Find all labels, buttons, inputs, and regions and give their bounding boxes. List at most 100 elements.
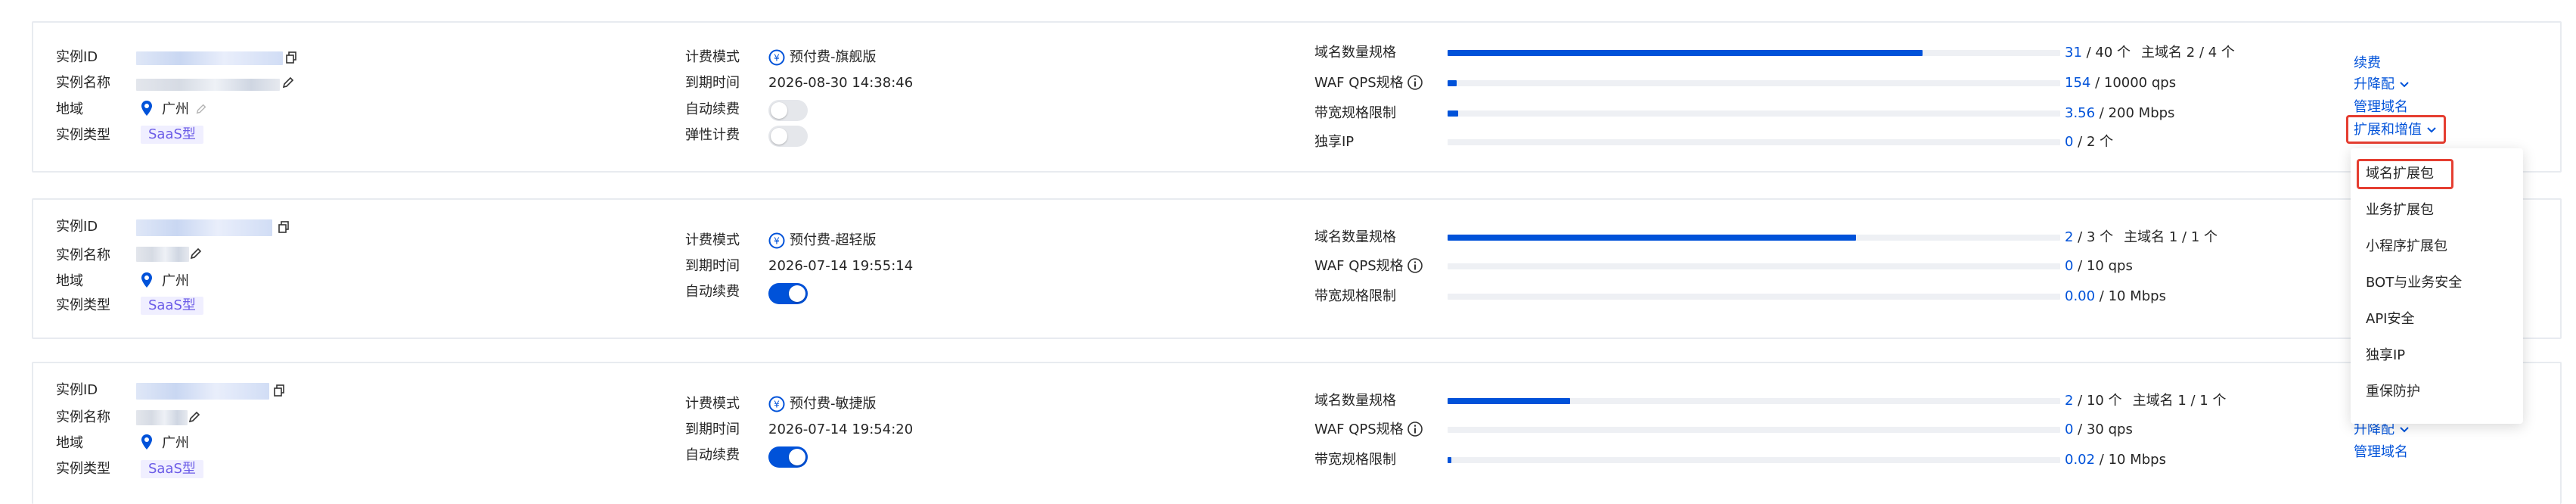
- billing-mode-value: 预付费-旗舰版: [790, 49, 877, 65]
- domain-total: / 10 个: [2073, 393, 2122, 409]
- instance-name-value-redacted: [136, 247, 189, 262]
- waf-qps-label: WAF QPS规格: [1314, 258, 1404, 274]
- info-icon[interactable]: [1407, 421, 1423, 440]
- instance-id-label: 实例ID: [56, 219, 98, 235]
- dedicated-ip-label: 独享IP: [1314, 134, 1355, 150]
- domain-quota-text: 2 / 10 个主域名 1 / 1 个: [2065, 392, 2226, 410]
- bandwidth-bar: [1448, 457, 2060, 463]
- instance-id-value-redacted: [136, 51, 283, 65]
- bw-used-link[interactable]: 0.00: [2065, 288, 2095, 304]
- copy-icon[interactable]: [278, 221, 289, 236]
- domain-used-link[interactable]: 31: [2065, 45, 2082, 61]
- manage-domain-link[interactable]: 管理域名: [2354, 98, 2408, 117]
- instance-name-label: 实例名称: [56, 409, 110, 425]
- instance-type-tag: SaaS型: [141, 460, 203, 478]
- domain-used-link[interactable]: 2: [2065, 229, 2073, 245]
- instance-id-label: 实例ID: [56, 382, 98, 398]
- qps-total: / 10000 qps: [2090, 75, 2177, 91]
- edit-pencil-icon[interactable]: [188, 410, 201, 427]
- dedicated-ip-bar: [1448, 139, 2060, 145]
- qps-total: / 30 qps: [2073, 422, 2133, 437]
- elastic-billing-toggle[interactable]: [768, 126, 808, 147]
- bandwidth-fill: [1448, 457, 1451, 463]
- waf-qps-text: 0 / 10 qps: [2065, 257, 2133, 275]
- waf-qps-text: 0 / 30 qps: [2065, 421, 2133, 439]
- expand-value-added-dropdown: 域名扩展包 业务扩展包 小程序扩展包 BOT与业务安全 API安全 独享IP 重…: [2351, 148, 2523, 424]
- bandwidth-label: 带宽规格限制: [1314, 288, 1396, 304]
- waf-qps-bar: [1448, 427, 2060, 433]
- domain-quota-fill: [1448, 398, 1570, 404]
- info-icon[interactable]: [1407, 257, 1423, 277]
- expire-time-value: 2026-07-14 19:55:14: [768, 258, 914, 274]
- qps-total: / 10 qps: [2073, 258, 2133, 274]
- billing-mode-value: 预付费-敏捷版: [790, 396, 877, 412]
- prepaid-icon: ¥: [768, 49, 785, 69]
- copy-icon[interactable]: [286, 51, 296, 67]
- bw-used-link[interactable]: 0.02: [2065, 452, 2095, 468]
- svg-text:¥: ¥: [774, 400, 780, 410]
- menu-item-guard-protection[interactable]: 重保防护: [2366, 383, 2420, 401]
- edit-pencil-icon[interactable]: [189, 247, 203, 263]
- region-value: 广州: [162, 273, 189, 289]
- domain-quota-label: 域名数量规格: [1314, 45, 1396, 61]
- bandwidth-text: 0.02 / 10 Mbps: [2065, 451, 2166, 469]
- instance-card: [32, 198, 2562, 339]
- instance-id-label: 实例ID: [56, 49, 98, 65]
- qps-used-link[interactable]: 154: [2065, 75, 2090, 91]
- qps-used-link[interactable]: 0: [2065, 422, 2073, 437]
- svg-text:¥: ¥: [774, 53, 780, 64]
- instance-type-tag: SaaS型: [141, 297, 203, 315]
- copy-icon[interactable]: [274, 384, 284, 400]
- menu-item-bot-security[interactable]: BOT与业务安全: [2366, 274, 2462, 292]
- region-label: 地域: [56, 435, 83, 451]
- menu-item-api-security[interactable]: API安全: [2366, 310, 2414, 328]
- auto-renew-toggle[interactable]: [768, 446, 808, 468]
- bandwidth-fill: [1448, 110, 1459, 117]
- instance-type-label: 实例类型: [56, 297, 110, 313]
- domain-total: / 40 个: [2081, 45, 2131, 61]
- ip-used-link[interactable]: 0: [2065, 134, 2073, 150]
- ip-total: / 2 个: [2073, 134, 2114, 150]
- waf-qps-fill: [1448, 80, 1457, 86]
- region-label: 地域: [56, 101, 83, 117]
- edit-pencil-icon[interactable]: [281, 76, 295, 92]
- main-domain-quota: 主域名 1 / 1 个: [2124, 229, 2218, 245]
- instance-name-label: 实例名称: [56, 75, 110, 91]
- bw-used-link[interactable]: 3.56: [2065, 105, 2095, 121]
- auto-renew-label: 自动续费: [685, 284, 740, 300]
- instance-id-value-redacted: [136, 219, 272, 236]
- renew-link[interactable]: 续费: [2354, 54, 2381, 73]
- info-icon[interactable]: [1407, 74, 1423, 94]
- expand-label: 扩展和增值: [2354, 122, 2422, 138]
- waf-qps-bar: [1448, 263, 2060, 269]
- domain-used-link[interactable]: 2: [2065, 393, 2073, 409]
- domain-quota-text: 31 / 40 个主域名 2 / 4 个: [2065, 44, 2235, 62]
- menu-item-dedicated-ip[interactable]: 独享IP: [2366, 347, 2405, 365]
- location-pin-icon: [141, 434, 153, 453]
- billing-mode-label: 计费模式: [685, 232, 740, 248]
- auto-renew-toggle[interactable]: [768, 100, 808, 121]
- auto-renew-label: 自动续费: [685, 447, 740, 463]
- upgrade-link[interactable]: 升降配: [2354, 76, 2409, 94]
- dedicated-ip-text: 0 / 2 个: [2065, 133, 2113, 151]
- edit-pencil-icon[interactable]: [195, 103, 207, 118]
- instance-type-tag: SaaS型: [141, 126, 203, 144]
- auto-renew-label: 自动续费: [685, 101, 740, 117]
- chevron-down-icon: [2426, 121, 2437, 139]
- menu-item-miniprogram-package[interactable]: 小程序扩展包: [2366, 238, 2447, 256]
- auto-renew-toggle[interactable]: [768, 283, 808, 304]
- expire-time-label: 到期时间: [685, 422, 740, 437]
- expand-value-added-button[interactable]: 扩展和增值: [2354, 121, 2436, 139]
- upgrade-label: 升降配: [2354, 76, 2394, 92]
- instance-card: [32, 362, 2562, 504]
- expire-time-label: 到期时间: [685, 258, 740, 274]
- domain-quota-text: 2 / 3 个主域名 1 / 1 个: [2065, 229, 2218, 247]
- menu-item-business-package[interactable]: 业务扩展包: [2366, 201, 2434, 219]
- manage-domain-link[interactable]: 管理域名: [2354, 443, 2408, 462]
- svg-text:¥: ¥: [774, 236, 780, 247]
- waf-qps-label: WAF QPS规格: [1314, 75, 1404, 91]
- menu-item-domain-package[interactable]: 域名扩展包: [2366, 165, 2434, 183]
- bandwidth-text: 3.56 / 200 Mbps: [2065, 104, 2174, 123]
- domain-total: / 3 个: [2073, 229, 2114, 245]
- qps-used-link[interactable]: 0: [2065, 258, 2073, 274]
